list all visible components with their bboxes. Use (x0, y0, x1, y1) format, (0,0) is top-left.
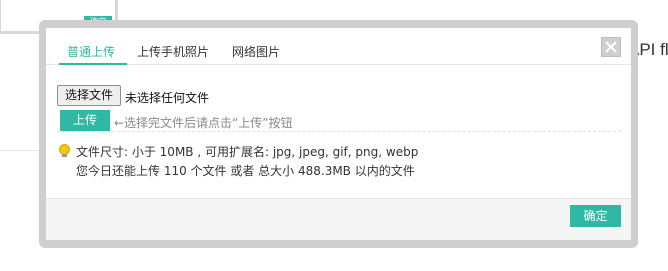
close-icon[interactable] (601, 37, 621, 57)
background-divider (0, 150, 40, 151)
divider (57, 131, 621, 132)
dialog-footer: 确定 (46, 198, 631, 240)
quota-info: 您今日还能上传 110 个文件 或者 总大小 488.3MB 以内的文件 (76, 164, 415, 178)
upload-hint: ←选择完文件后请点击“上传”按钮 (114, 116, 293, 130)
upload-dialog: 普通上传 上传手机照片 网络图片 选择文件 未选择任何文件 上传 ←选择完文件后… (46, 28, 631, 240)
ok-button[interactable]: 确定 (570, 205, 621, 227)
tab-web-image[interactable]: 网络图片 (232, 43, 280, 60)
tab-normal-upload[interactable]: 普通上传 (67, 43, 115, 60)
tab-phone-upload[interactable]: 上传手机照片 (137, 43, 209, 60)
active-tab-indicator (59, 63, 127, 65)
upload-button[interactable]: 上传 (60, 110, 110, 131)
tab-bar: 普通上传 上传手机照片 网络图片 (46, 28, 631, 65)
file-status-text: 未选择任何文件 (125, 91, 210, 105)
lightbulb-icon (59, 144, 70, 157)
file-limit-info: 文件尺寸: 小于 10MB , 可用扩展名: jpg, jpeg, gif, p… (76, 145, 419, 159)
choose-file-button[interactable]: 选择文件 (57, 85, 121, 106)
